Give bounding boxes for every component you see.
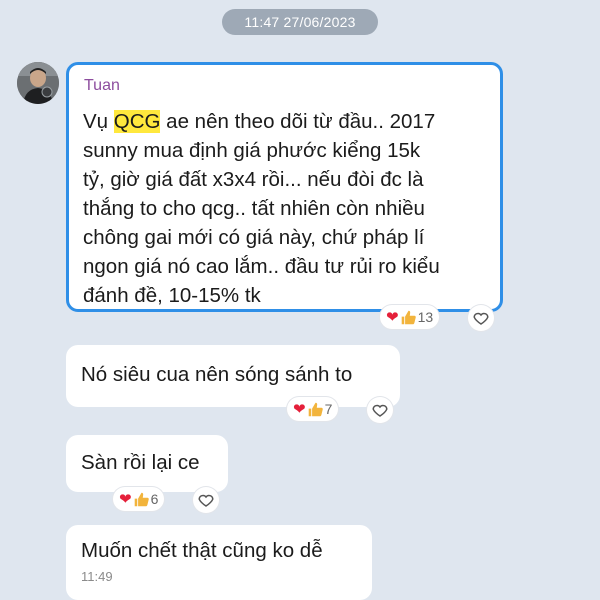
heart-outline-icon xyxy=(198,494,214,507)
heart-outline-icon xyxy=(473,312,489,325)
highlighted-keyword: QCG xyxy=(113,110,161,133)
thumbs-up-icon xyxy=(134,492,149,506)
reaction-summary[interactable]: ❤ 7 xyxy=(287,397,339,421)
date-time-separator: 11:47 27/06/2023 xyxy=(222,9,378,35)
react-button[interactable] xyxy=(468,305,494,331)
message-bubble[interactable]: Nó siêu cua nên sóng sánh to xyxy=(66,345,400,407)
avatar-photo-icon xyxy=(17,62,59,104)
message-text-rest: ae nên theo dõi từ đầu.. 2017 sunny mua … xyxy=(83,110,440,307)
message-time: 11:49 xyxy=(81,569,113,584)
message-text: Sàn rồi lại ce xyxy=(81,451,200,474)
sender-name[interactable]: Tuan xyxy=(84,77,486,95)
reaction-count: 6 xyxy=(150,491,159,507)
message-bubble[interactable]: Sàn rồi lại ce xyxy=(66,435,228,492)
sender-avatar[interactable] xyxy=(17,62,59,104)
reaction-count: 13 xyxy=(417,309,434,325)
heart-icon: ❤ xyxy=(119,490,132,508)
react-button[interactable] xyxy=(367,397,393,423)
message-text: Muốn chết thật cũng ko dễ xyxy=(81,539,323,562)
heart-icon: ❤ xyxy=(293,400,306,418)
heart-icon: ❤ xyxy=(386,308,399,326)
reaction-summary[interactable]: ❤ 6 xyxy=(113,487,165,511)
message-text-start: Vụ xyxy=(83,110,114,133)
message-text: Nó siêu cua nên sóng sánh to xyxy=(81,363,353,386)
reaction-summary[interactable]: ❤ 13 xyxy=(380,305,440,329)
heart-outline-icon xyxy=(372,404,388,417)
message-bubble-selected[interactable]: Tuan Vụ QCG ae nên theo dõi từ đầu.. 201… xyxy=(66,62,503,312)
thumbs-up-icon xyxy=(401,310,416,324)
reaction-count: 7 xyxy=(324,401,333,417)
thumbs-up-icon xyxy=(308,402,323,416)
message-text: Vụ QCG ae nên theo dõi từ đầu.. 2017 sun… xyxy=(83,107,486,310)
message-bubble[interactable]: Muốn chết thật cũng ko dễ 11:49 xyxy=(66,525,372,600)
react-button[interactable] xyxy=(193,487,219,513)
